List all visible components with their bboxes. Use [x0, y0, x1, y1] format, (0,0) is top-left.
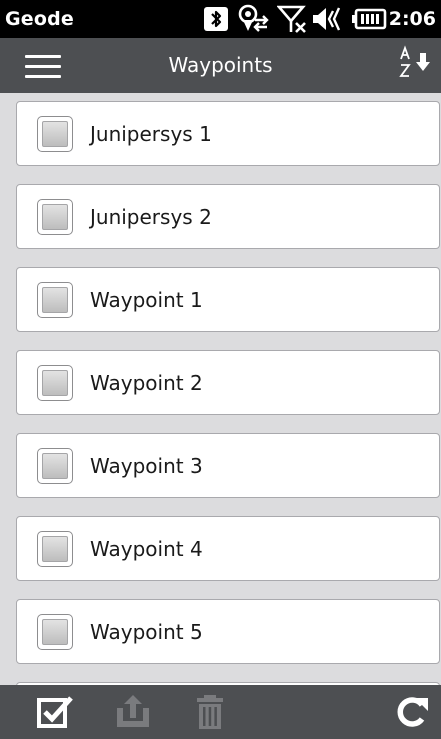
page-title: Waypoints [168, 53, 273, 77]
clock: 2:06 [388, 8, 436, 30]
gps-sync-icon [238, 4, 269, 32]
checkbox[interactable] [37, 116, 73, 152]
waypoint-label: Waypoint 2 [90, 371, 203, 395]
list-item[interactable]: Waypoint 2 [16, 350, 440, 415]
list-item[interactable]: Junipersys 2 [16, 184, 440, 249]
waypoint-label: Waypoint 1 [90, 288, 203, 312]
sort-az-icon[interactable] [393, 45, 435, 85]
waypoint-label: Waypoint 4 [90, 537, 203, 561]
battery-icon [352, 8, 387, 30]
bluetooth-icon [204, 7, 228, 31]
no-signal-icon [277, 5, 306, 33]
checkbox[interactable] [37, 365, 73, 401]
app-name: Geode [5, 8, 75, 30]
bottom-toolbar [0, 685, 441, 739]
select-all-icon[interactable] [36, 694, 76, 730]
waypoint-label: Junipersys 2 [90, 205, 212, 229]
checkbox[interactable] [37, 199, 73, 235]
trash-icon[interactable] [190, 694, 230, 730]
app-header: Waypoints [0, 38, 441, 93]
checkbox[interactable] [37, 614, 73, 650]
checkbox[interactable] [37, 448, 73, 484]
waypoint-label: Waypoint 5 [90, 620, 203, 644]
export-icon[interactable] [113, 694, 153, 730]
checkbox[interactable] [37, 282, 73, 318]
checkbox[interactable] [37, 531, 73, 567]
list-item[interactable]: Waypoint 5 [16, 599, 440, 664]
waypoint-list[interactable]: Junipersys 1 Junipersys 2 Waypoint 1 Way… [0, 93, 441, 685]
status-icons [203, 0, 393, 38]
volume-icon [313, 7, 341, 31]
list-item[interactable]: Waypoint 4 [16, 516, 440, 581]
waypoint-label: Junipersys 1 [90, 122, 212, 146]
list-item[interactable]: Waypoint 3 [16, 433, 440, 498]
status-bar: Geode 2:06 [0, 0, 441, 38]
refresh-icon[interactable] [392, 694, 432, 730]
list-item[interactable]: Waypoint 1 [16, 267, 440, 332]
list-item[interactable]: Junipersys 1 [16, 101, 440, 166]
waypoint-label: Waypoint 3 [90, 454, 203, 478]
